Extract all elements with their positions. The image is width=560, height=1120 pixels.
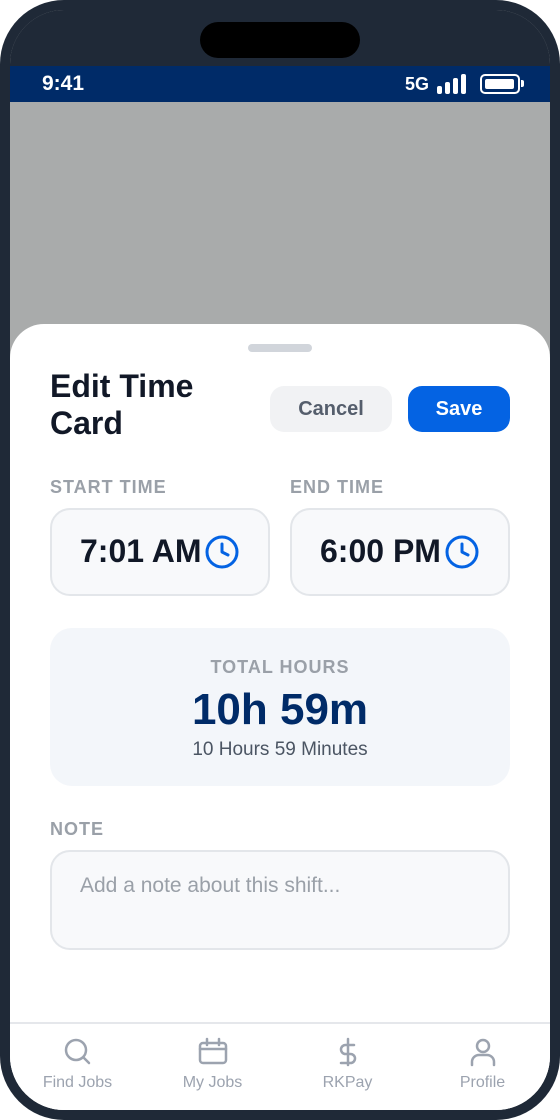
end-time-value: 6:00 PM bbox=[320, 533, 441, 569]
search-icon bbox=[64, 1038, 90, 1065]
note-input[interactable] bbox=[50, 850, 510, 950]
network-type: 5G bbox=[404, 74, 429, 94]
clock-icon bbox=[205, 535, 239, 569]
status-bar: 9:41 5G bbox=[10, 66, 550, 102]
screen: 9:41 5G Edit Time Card Cancel Save START… bbox=[10, 10, 550, 1110]
start-time-label: START TIME bbox=[50, 477, 167, 497]
note-label: NOTE bbox=[50, 819, 105, 839]
start-time-value: 7:01 AM bbox=[80, 533, 202, 569]
tab-label: Profile bbox=[459, 1074, 506, 1091]
sheet-grabber[interactable] bbox=[248, 344, 312, 352]
end-time-picker[interactable]: 6:00 PM bbox=[290, 508, 510, 596]
tab-label: RKPay bbox=[322, 1074, 373, 1091]
cancel-button[interactable]: Cancel bbox=[270, 386, 392, 432]
save-button[interactable]: Save bbox=[408, 386, 510, 432]
dollar-icon bbox=[339, 1037, 356, 1067]
sheet-title: Edit Time Card bbox=[50, 368, 194, 441]
battery-icon bbox=[480, 74, 524, 94]
tab-find-jobs[interactable]: Find Jobs bbox=[10, 1024, 145, 1110]
clock-icon bbox=[445, 535, 479, 569]
total-hours-label: TOTAL HOURS bbox=[210, 657, 350, 677]
total-hours-card: TOTAL HOURS 10h 59m 10 Hours 59 Minutes bbox=[50, 628, 510, 786]
calendar-icon bbox=[198, 1037, 227, 1065]
tab-my-jobs[interactable]: My Jobs bbox=[145, 1024, 280, 1110]
dynamic-island bbox=[200, 22, 360, 58]
start-time-picker[interactable]: 7:01 AM bbox=[50, 508, 270, 596]
status-indicators: 5G bbox=[404, 73, 524, 95]
person-icon bbox=[470, 1038, 495, 1067]
tab-rkpay[interactable]: RKPay bbox=[280, 1024, 415, 1110]
notch-area bbox=[10, 10, 550, 66]
end-time-label: END TIME bbox=[290, 477, 385, 497]
phone-frame: 9:41 5G Edit Time Card Cancel Save START… bbox=[0, 0, 560, 1120]
signal-icon bbox=[437, 74, 466, 94]
tab-profile[interactable]: Profile bbox=[415, 1024, 550, 1110]
total-hours-value: 10h 59m bbox=[191, 685, 369, 734]
bottom-tab-bar: Find Jobs My Jobs RKPay Profile bbox=[10, 1022, 550, 1110]
tab-label: My Jobs bbox=[182, 1074, 243, 1091]
total-hours-subtext: 10 Hours 59 Minutes bbox=[192, 739, 368, 760]
battery-level bbox=[485, 79, 514, 89]
edit-time-card-sheet: Edit Time Card Cancel Save START TIME 7:… bbox=[10, 324, 550, 1110]
tab-label: Find Jobs bbox=[42, 1074, 113, 1091]
status-time: 9:41 bbox=[42, 72, 85, 95]
